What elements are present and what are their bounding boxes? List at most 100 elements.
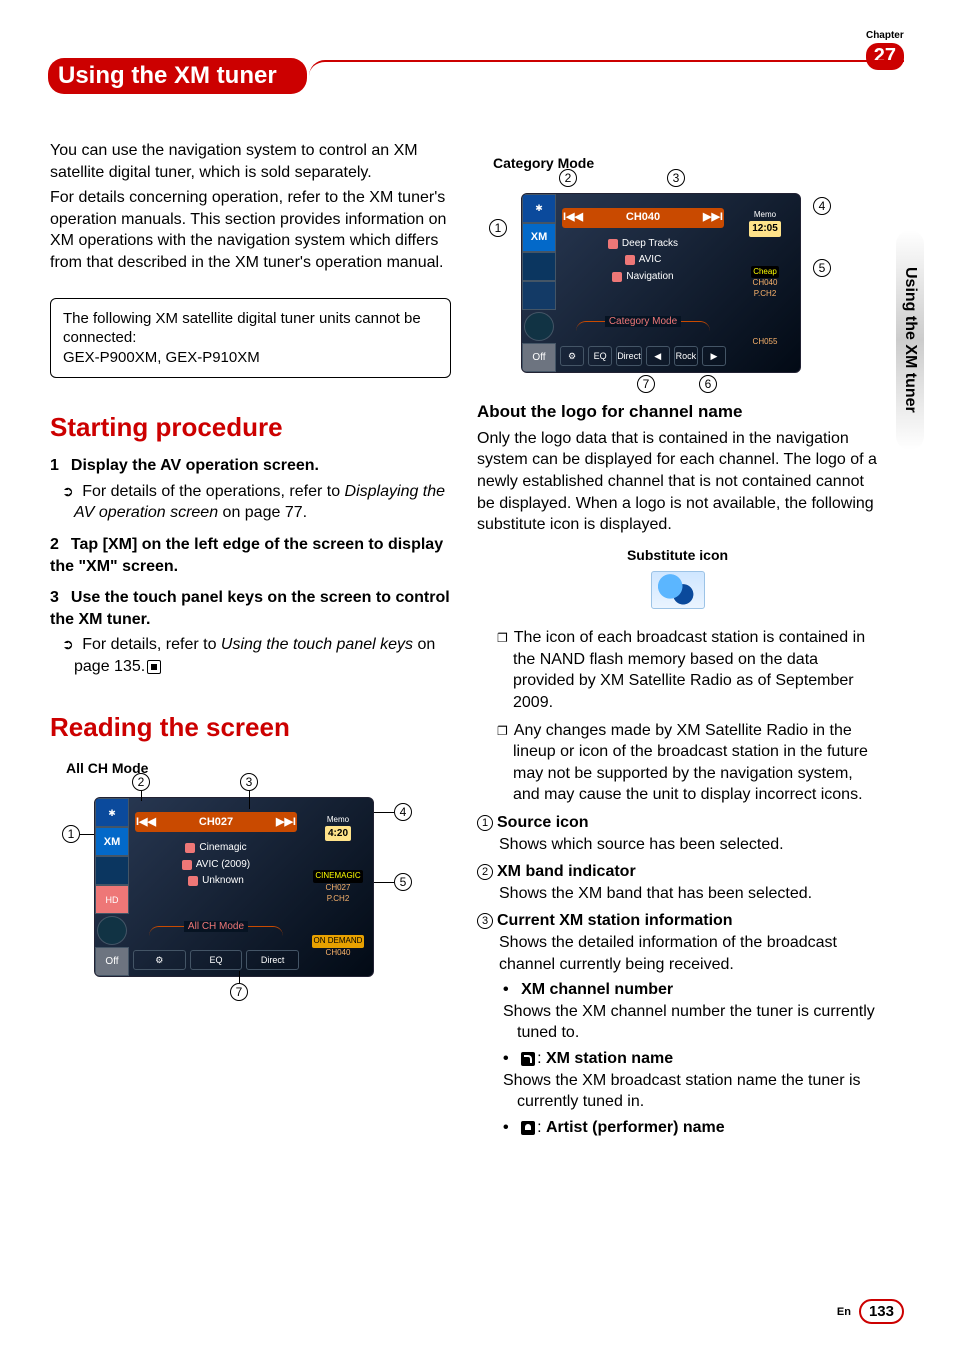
heading-about-logo: About the logo for channel name: [477, 401, 878, 424]
lead-2: [141, 791, 142, 801]
device-panel-1: ✱ XM HD Off I◀◀ CH027 ▶▶I Cinemagic A: [94, 797, 374, 977]
panel2-mode-label: Category Mode: [605, 316, 681, 327]
panel1-mode-label: All CH Mode: [184, 921, 248, 932]
callout-7: 7: [230, 983, 248, 1001]
numbered-3: 3Current XM station information Shows th…: [477, 910, 878, 975]
n1-desc: Shows which source has been selected.: [477, 834, 878, 856]
bullet-xm-channel-number: XM channel number Shows the XM channel n…: [477, 979, 878, 1044]
panel1-logo1: CINEMAGIC: [313, 870, 362, 883]
panel2-line1: Deep Tracks: [622, 237, 678, 251]
intro-paragraph-1: You can use the navigation system to con…: [50, 140, 451, 183]
panel2-bluetooth-icon: ✱: [522, 194, 556, 223]
panel1-eq-button: EQ: [190, 950, 243, 970]
header-rule: [309, 60, 904, 92]
panel1-direct-button: Direct: [246, 950, 299, 970]
r-callout-2: 2: [559, 169, 577, 187]
panel2-channel: CH040: [584, 210, 702, 225]
panel2-off-button: Off: [522, 343, 556, 372]
panel1-line3: Unknown: [202, 874, 244, 888]
step1-sub-b: on page 77.: [218, 504, 307, 521]
panel1-artist-icon: [182, 860, 192, 870]
callout-4: 4: [394, 803, 412, 821]
panel2-xm-source: XM: [522, 223, 556, 252]
step-2-title: Tap [XM] on the left edge of the screen …: [50, 536, 443, 575]
figure-all-ch-mode: ✱ XM HD Off I◀◀ CH027 ▶▶I Cinemagic A: [50, 783, 430, 1003]
step-3-head: 3Use the touch panel keys on the screen …: [50, 587, 451, 630]
warning-line1: The following XM satellite digital tuner…: [63, 309, 438, 348]
bullet-xm-station-name: : XM station name Shows the XM broadcast…: [477, 1048, 878, 1113]
panel2-nav-left: ◀: [646, 346, 670, 366]
panel1-station-icon: [185, 843, 195, 853]
numbered-1: 1Source icon Shows which source has been…: [477, 812, 878, 855]
panel2-pch: P.CH2: [754, 289, 777, 300]
panel2-line2: AVIC: [639, 253, 662, 267]
side-tab-label: Using the XM tuner: [901, 267, 919, 413]
page-number: 133: [859, 1299, 904, 1324]
panel2-eq-button: EQ: [588, 346, 612, 366]
panel1-line2: AVIC (2009): [196, 858, 250, 872]
artist-name-icon: [521, 1121, 535, 1135]
device-panel-2: ✱ XM Off I◀◀ CH040 ▶▶I Deep Tracks A: [521, 193, 801, 373]
panel1-bluetooth-icon: ✱: [95, 798, 129, 827]
warning-box: The following XM satellite digital tuner…: [50, 298, 451, 379]
step3-sub-a: For details, refer to: [82, 636, 221, 653]
callout-3: 3: [240, 773, 258, 791]
callout-5: 5: [394, 873, 412, 891]
panel1-next-icon: ▶▶I: [275, 815, 297, 830]
lead-7: [239, 971, 240, 983]
panel1-pch-ch2: CH040: [326, 948, 351, 959]
panel1-line1: Cinemagic: [199, 841, 246, 855]
panel2-pch-ch: CH040: [753, 278, 778, 289]
step-3-title: Use the touch panel keys on the screen t…: [50, 589, 450, 628]
b1-label: XM channel number: [521, 981, 673, 998]
heading-reading-screen: Reading the screen: [50, 710, 451, 745]
panel2-pch-ch2: CH055: [753, 337, 778, 348]
r-callout-1: 1: [489, 219, 507, 237]
step3-sub-i: Using the touch panel keys: [221, 636, 413, 653]
panel2-disc-icon: [524, 312, 554, 341]
panel1-xm-source: XM: [95, 827, 129, 856]
note-1: The icon of each broadcast station is co…: [497, 627, 878, 713]
callout-1: 1: [62, 825, 80, 843]
panel2-song-icon: [612, 272, 622, 282]
panel1-off-button: Off: [95, 947, 129, 976]
intro-paragraph-2: For details concerning operation, refer …: [50, 187, 451, 273]
panel1-settings-icon: ⚙: [133, 950, 186, 970]
panel2-prev-icon: I◀◀: [562, 210, 584, 225]
panel2-clock: 12:05: [749, 221, 781, 237]
logo-paragraph: Only the logo data that is contained in …: [477, 428, 878, 536]
panel2-memo: Memo: [754, 210, 776, 221]
n1-label: Source icon: [497, 814, 589, 831]
warning-line2: GEX-P900XM, GEX-P910XM: [63, 348, 438, 368]
step-2-head: 2Tap [XM] on the left edge of the screen…: [50, 534, 451, 577]
circ-3: 3: [477, 913, 493, 929]
heading-starting-procedure: Starting procedure: [50, 410, 451, 445]
panel2-nav-right: ▶: [702, 346, 726, 366]
circ-1: 1: [477, 815, 493, 831]
panel2-nav-category: Rock: [674, 346, 698, 366]
step1-sub-a: For details of the operations, refer to: [82, 483, 344, 500]
panel1-disc-icon: [97, 916, 127, 945]
lead-1: [80, 834, 94, 835]
panel2-artist-icon: [625, 255, 635, 265]
circ-2: 2: [477, 864, 493, 880]
n2-label: XM band indicator: [497, 863, 636, 880]
b2-label: XM station name: [546, 1050, 673, 1067]
r-callout-7: 7: [637, 375, 655, 393]
panel2-settings-icon: ⚙: [560, 346, 584, 366]
note-2: Any changes made by XM Satellite Radio i…: [497, 720, 878, 806]
r-callout-3: 3: [667, 169, 685, 187]
step-1-title: Display the AV operation screen.: [71, 457, 319, 474]
r-callout-5: 5: [813, 259, 831, 277]
panel1-memo: Memo: [327, 815, 349, 826]
n3-desc: Shows the detailed information of the br…: [477, 932, 878, 975]
end-of-procedure-icon: [147, 660, 161, 674]
substitute-icon-label: Substitute icon: [477, 546, 878, 565]
b3-label: Artist (performer) name: [546, 1119, 725, 1136]
lead-5: [374, 882, 394, 883]
panel1-pch-ch: CH027: [326, 883, 351, 894]
panel2-direct-button: Direct: [616, 346, 642, 366]
chapter-label: Chapter: [866, 30, 904, 41]
b1-desc: Shows the XM channel number the tuner is…: [517, 1001, 878, 1044]
panel2-station-icon: [608, 239, 618, 249]
